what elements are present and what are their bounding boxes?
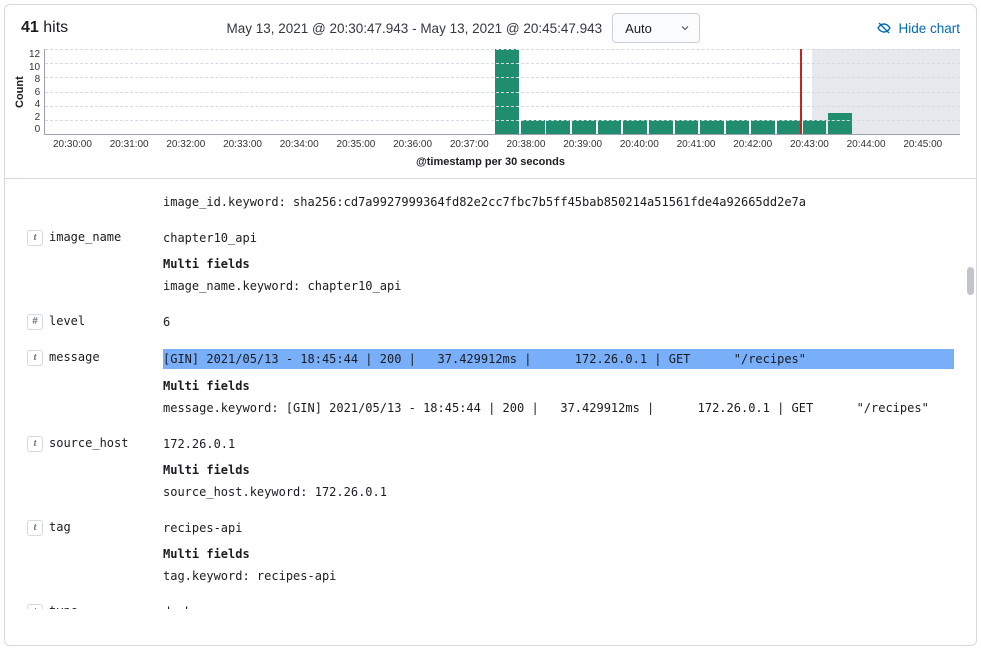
histogram-bar[interactable] xyxy=(751,120,775,134)
histogram-bar[interactable] xyxy=(700,120,724,134)
hide-chart-button[interactable]: Hide chart xyxy=(876,20,960,36)
histogram-bar[interactable] xyxy=(572,120,596,134)
field-key-type[interactable]: type xyxy=(49,604,78,609)
image-name-keyword-value: image_name.keyword: chapter10_api xyxy=(163,277,954,295)
multi-fields-label: Multi fields xyxy=(163,547,954,561)
number-type-icon: # xyxy=(27,314,43,330)
message-keyword-value: message.keyword: [GIN] 2021/05/13 - 18:4… xyxy=(163,399,954,417)
chevron-down-icon xyxy=(679,22,691,34)
discover-panel: 41 hits May 13, 2021 @ 20:30:47.943 - Ma… xyxy=(4,4,977,646)
level-value: 6 xyxy=(163,313,954,331)
text-type-icon: t xyxy=(27,230,43,246)
histogram-bar[interactable] xyxy=(598,120,622,134)
field-key-source-host[interactable]: source_host xyxy=(49,436,128,450)
histogram-bar[interactable] xyxy=(828,113,852,134)
histogram-bar[interactable] xyxy=(726,120,750,134)
field-key-tag[interactable]: tag xyxy=(49,520,71,534)
y-axis-ticks: 121086420 xyxy=(29,49,44,135)
histogram-bar[interactable] xyxy=(649,120,673,134)
hide-chart-label: Hide chart xyxy=(898,21,960,36)
x-axis-ticks: 20:30:0020:31:0020:32:0020:33:0020:34:00… xyxy=(5,139,976,150)
document-fields[interactable]: image_id.keyword: sha256:cd7a9927999364f… xyxy=(5,179,976,609)
image-id-keyword-value: image_id.keyword: sha256:cd7a9927999364f… xyxy=(163,193,954,211)
field-key-image-name[interactable]: image_name xyxy=(49,230,121,244)
panel-header: 41 hits May 13, 2021 @ 20:30:47.943 - Ma… xyxy=(5,5,976,47)
scrollbar-thumb[interactable] xyxy=(967,267,974,295)
tag-value: recipes-api xyxy=(163,519,954,537)
text-type-icon: t xyxy=(27,604,43,609)
field-key-level[interactable]: level xyxy=(49,314,85,328)
interval-select[interactable]: Auto xyxy=(612,13,700,43)
histogram-bar[interactable] xyxy=(623,120,647,134)
y-axis-label: Count xyxy=(11,49,29,135)
tag-keyword-value: tag.keyword: recipes-api xyxy=(163,567,954,585)
chart-plot-area[interactable] xyxy=(44,49,960,135)
histogram-bar[interactable] xyxy=(521,120,545,134)
text-type-icon: t xyxy=(27,350,43,366)
image-name-value: chapter10_api xyxy=(163,229,954,247)
source-host-keyword-value: source_host.keyword: 172.26.0.1 xyxy=(163,483,954,501)
time-range-text: May 13, 2021 @ 20:30:47.943 - May 13, 20… xyxy=(226,21,602,36)
multi-fields-label: Multi fields xyxy=(163,379,954,393)
x-axis-label: @timestamp per 30 seconds xyxy=(5,150,976,178)
hit-count: 41 hits xyxy=(21,19,68,37)
histogram-chart[interactable]: Count 121086420 xyxy=(5,47,976,137)
multi-fields-label: Multi fields xyxy=(163,257,954,271)
field-key-message[interactable]: message xyxy=(49,350,100,364)
histogram-bar[interactable] xyxy=(675,120,699,134)
histogram-bar[interactable] xyxy=(546,120,570,134)
message-value-highlighted[interactable]: [GIN] 2021/05/13 - 18:45:44 | 200 | 37.4… xyxy=(163,349,954,369)
histogram-bar[interactable] xyxy=(803,120,827,134)
text-type-icon: t xyxy=(27,436,43,452)
histogram-bar[interactable] xyxy=(777,120,801,134)
source-host-value: 172.26.0.1 xyxy=(163,435,954,453)
multi-fields-label: Multi fields xyxy=(163,463,954,477)
text-type-icon: t xyxy=(27,520,43,536)
eye-closed-icon xyxy=(876,20,892,36)
type-value: docker xyxy=(163,603,954,609)
interval-select-value: Auto xyxy=(625,21,652,36)
